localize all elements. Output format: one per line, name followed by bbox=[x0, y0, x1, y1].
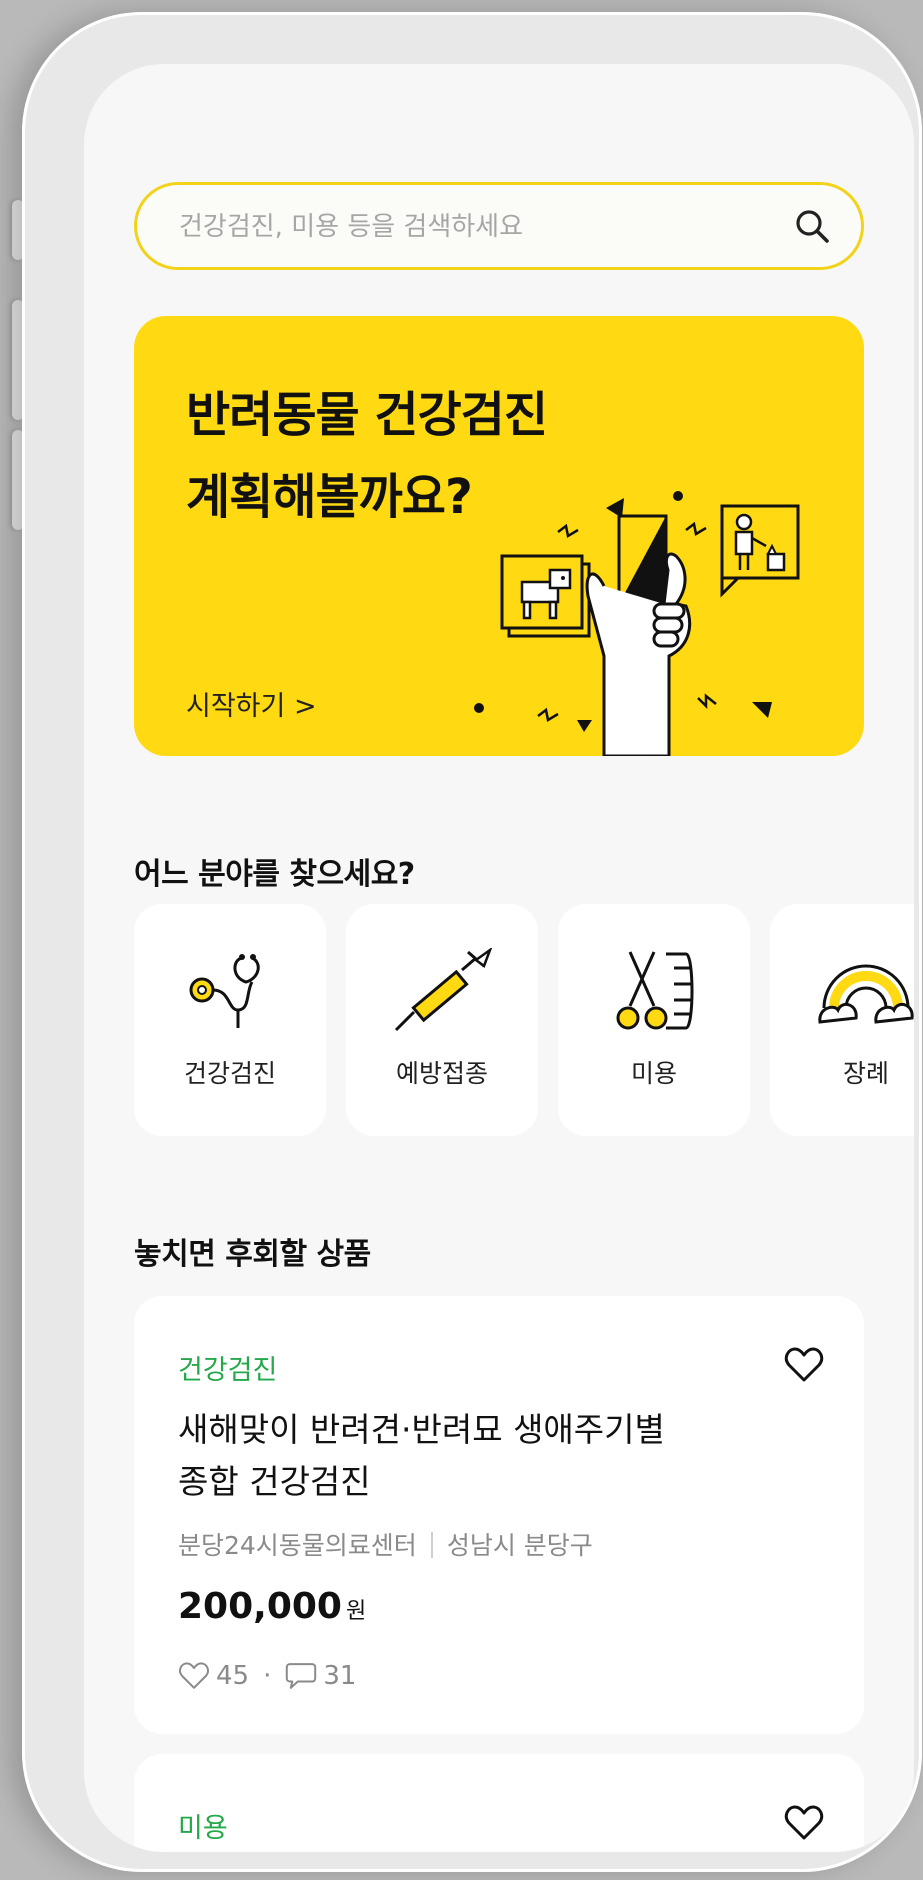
comment-icon bbox=[286, 1663, 317, 1689]
phone-frame: 반려동물 건강검진 계획해볼까요? 시작하기 > bbox=[22, 12, 922, 1872]
heart-icon[interactable] bbox=[784, 1346, 824, 1384]
person-card-tail bbox=[720, 576, 742, 598]
product-stats: 45 · 31 bbox=[178, 1661, 356, 1691]
decor-spark bbox=[697, 693, 717, 710]
price-value: 200,000 bbox=[178, 1586, 342, 1627]
search-icon[interactable] bbox=[793, 207, 831, 245]
category-funeral[interactable]: 장례 bbox=[770, 904, 914, 1136]
category-label: 건강검진 bbox=[183, 1059, 276, 1088]
decor-triangle bbox=[752, 702, 772, 718]
decor-triangle bbox=[577, 720, 592, 732]
app-stage: 반려동물 건강검진 계획해볼까요? 시작하기 > bbox=[0, 0, 923, 1880]
banner-illustration bbox=[474, 491, 800, 756]
products-section-title: 놓치면 후회할 상품 bbox=[134, 1237, 371, 1272]
search-input[interactable] bbox=[177, 185, 741, 269]
product-title: 새해맞이 반려견·반려묘 생애주기별 종합 건강검진 bbox=[178, 1404, 798, 1508]
heart-outline-icon bbox=[179, 1662, 209, 1689]
heart-icon[interactable] bbox=[784, 1804, 824, 1842]
rainbow-icon bbox=[818, 964, 914, 1024]
price-currency: 원 bbox=[345, 1599, 367, 1624]
product-price: 200,000 원 bbox=[178, 1586, 366, 1627]
product-title-line-2: 종합 건강검진 bbox=[178, 1462, 371, 1501]
product-title-line-1: 새해맞이 반려견·반려묘 생애주기별 bbox=[178, 1410, 665, 1449]
banner-title-line-1: 반려동물 건강검진 bbox=[186, 387, 548, 443]
health-checkup-banner[interactable]: 반려동물 건강검진 계획해볼까요? 시작하기 > bbox=[134, 316, 864, 756]
product-card[interactable]: 미용 bbox=[134, 1754, 864, 1852]
product-card[interactable]: 건강검진 새해맞이 반려견·반려묘 생애주기별 종합 건강검진 분당24시동물의… bbox=[134, 1296, 864, 1734]
syringe-icon bbox=[394, 948, 492, 1032]
clinic-name: 분당24시동물의료센터 bbox=[178, 1531, 417, 1560]
category-health-checkup[interactable]: 건강검진 bbox=[134, 904, 326, 1136]
category-section-title: 어느 분야를 찾으세요? bbox=[134, 857, 415, 892]
category-label: 미용 bbox=[630, 1059, 677, 1088]
stats-separator-dot: · bbox=[263, 1661, 272, 1691]
decor-spark bbox=[537, 707, 559, 722]
start-link[interactable]: 시작하기 > bbox=[186, 684, 317, 723]
like-count: 45 bbox=[216, 1661, 250, 1691]
decor-dot bbox=[673, 491, 683, 501]
decor-dot bbox=[474, 703, 484, 713]
product-meta: 분당24시동물의료센터 성남시 분당구 bbox=[178, 1526, 593, 1562]
category-grooming[interactable]: 미용 bbox=[558, 904, 750, 1136]
decor-spark bbox=[557, 523, 579, 538]
product-tag: 건강검진 bbox=[178, 1355, 278, 1386]
hand-phone-icon bbox=[585, 514, 692, 756]
category-vaccination[interactable]: 예방접종 bbox=[346, 904, 538, 1136]
search-bar[interactable] bbox=[134, 182, 864, 270]
product-tag: 미용 bbox=[178, 1813, 228, 1844]
stethoscope-icon bbox=[189, 954, 260, 1028]
category-label: 예방접종 bbox=[395, 1059, 488, 1088]
category-label: 장례 bbox=[842, 1059, 889, 1088]
clinic-location: 성남시 분당구 bbox=[446, 1531, 593, 1560]
comment-count: 31 bbox=[323, 1661, 357, 1691]
scissors-comb-icon bbox=[616, 951, 694, 1030]
decor-spark bbox=[685, 521, 707, 536]
app-screen: 반려동물 건강검진 계획해볼까요? 시작하기 > bbox=[84, 64, 914, 1852]
meta-divider bbox=[430, 1532, 433, 1558]
